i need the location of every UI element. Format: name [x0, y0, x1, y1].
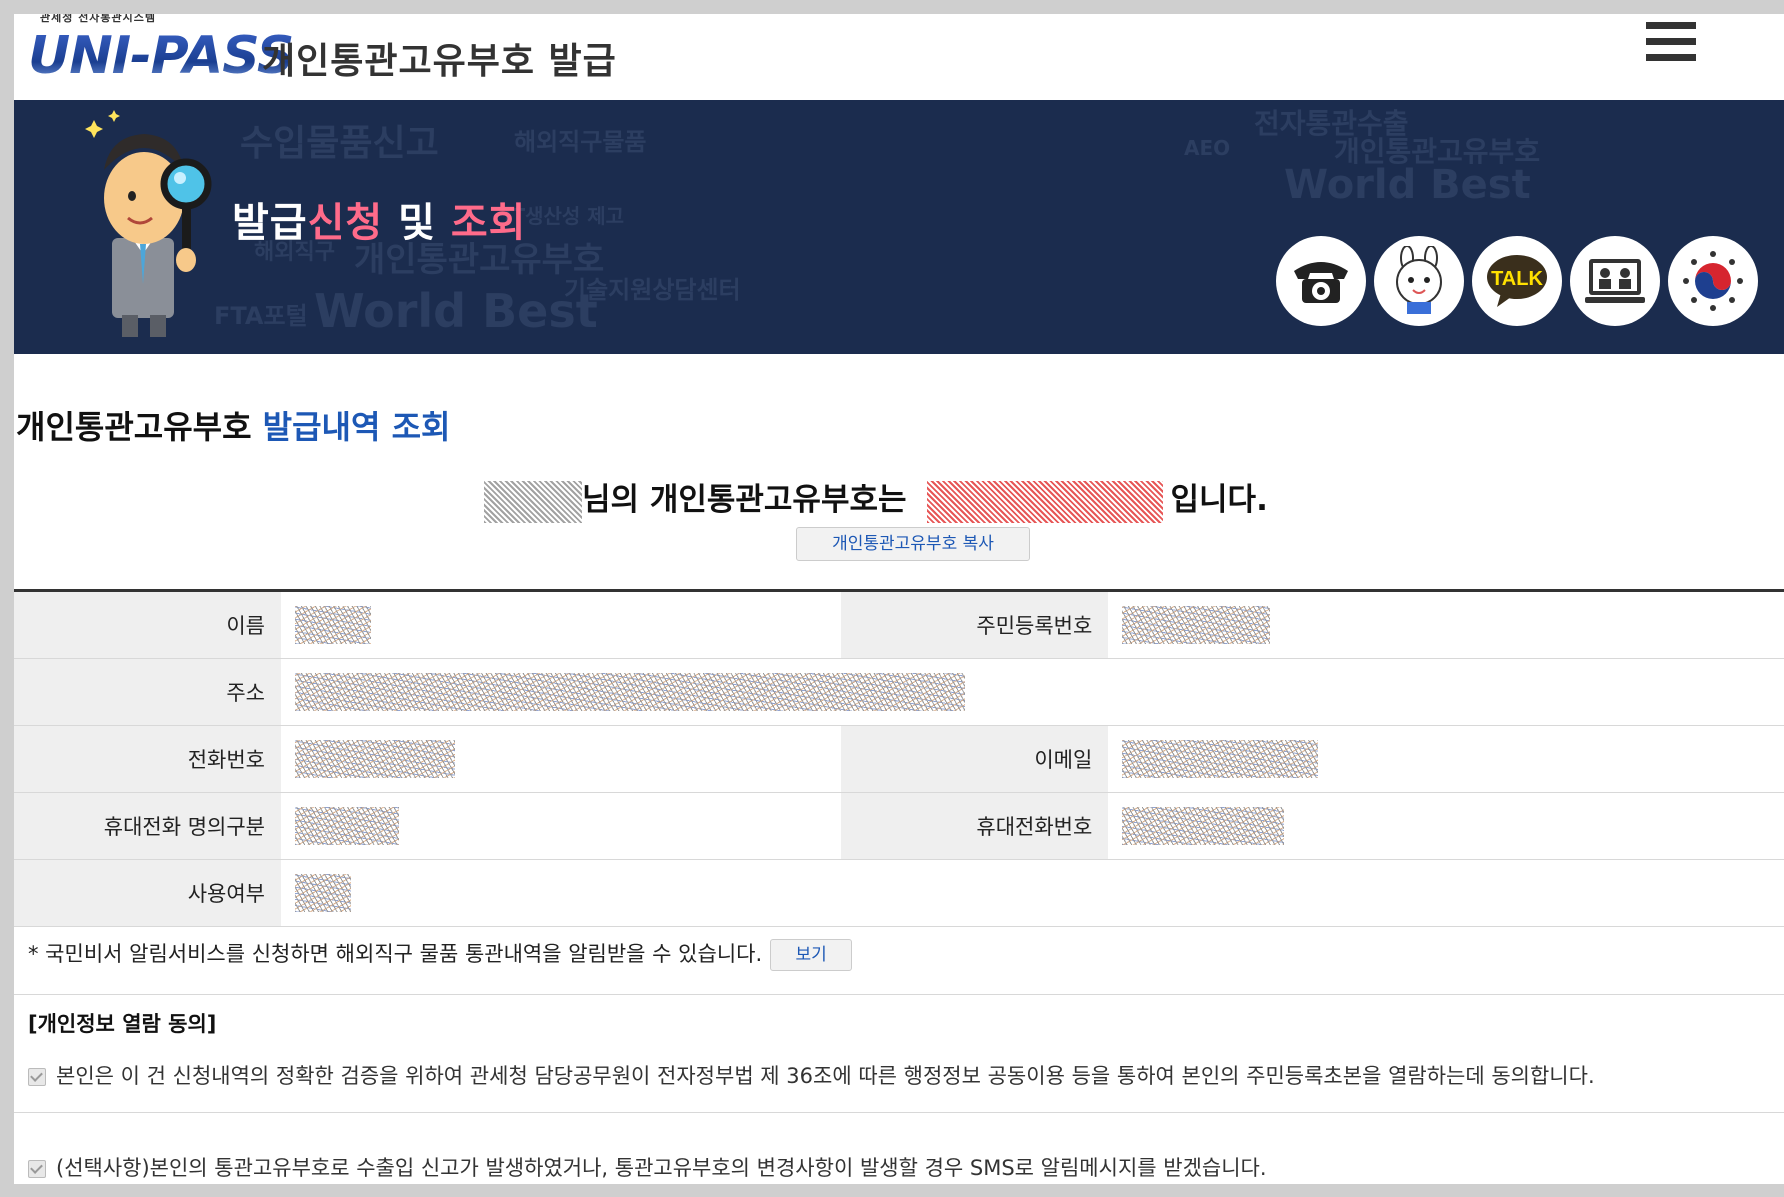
unipass-logo[interactable]: UNI-PASS [28, 26, 294, 86]
masked-name [484, 480, 582, 523]
mascot-detective-illustration [85, 110, 212, 337]
notice-line: * 국민비서 알림서비스를 신청하면 해외직구 물품 통관내역을 알림받을 수 … [28, 938, 853, 971]
banner-bg-word: World Best [314, 284, 598, 338]
rrn-value [1108, 590, 1784, 659]
banner: 수입물품신고 해외직구물품 개인통관고유부호 World Best 기술지원상담… [14, 100, 1784, 354]
telephone-icon[interactable] [1276, 236, 1366, 326]
consent-text-2: (선택사항)본인의 통관고유부호로 수출입 신고가 발생하였거나, 통관고유부호… [56, 1156, 1267, 1180]
consent-item-2: (선택사항)본인의 통관고유부호로 수출입 신고가 발생하였거나, 통관고유부호… [28, 1152, 1267, 1182]
use-label: 사용여부 [14, 859, 281, 927]
rrn-label: 주민등록번호 [841, 590, 1109, 659]
notice-text: * 국민비서 알림서비스를 신청하면 해외직구 물품 통관내역을 알림받을 수 … [28, 942, 763, 966]
name-label: 이름 [14, 590, 281, 659]
name-value [281, 590, 842, 659]
banner-bg-word: AEO [1184, 136, 1231, 160]
use-value [281, 859, 1784, 927]
divider [14, 994, 1784, 995]
mascot-icon[interactable] [1374, 236, 1464, 326]
address-value [281, 658, 1784, 726]
email-label: 이메일 [841, 725, 1109, 793]
phone-label: 전화번호 [14, 725, 281, 793]
result-mid-text: 님의 개인통관고유부호는 [582, 482, 907, 518]
address-label: 주소 [14, 658, 281, 726]
mobile-type-label: 휴대전화 명의구분 [14, 792, 281, 860]
banner-bg-word: 해외직구물품 [514, 128, 647, 156]
logo-subtitle: 관세청 전자통관시스템 [40, 14, 157, 24]
result-end-text: 입니다. [1170, 482, 1268, 518]
consent-checkbox-2[interactable] [28, 1160, 46, 1178]
table-row: 휴대전화 명의구분 휴대전화번호 [14, 792, 1784, 860]
email-value [1108, 725, 1784, 793]
kakao-talk-icon[interactable]: TALK [1472, 236, 1562, 326]
copy-code-button[interactable]: 개인통관고유부호 복사 [796, 527, 1030, 561]
mobile-type-value [281, 792, 842, 860]
top-header: 관세청 전자통관시스템 UNI-PASS 개인통관고유부호 발급 [14, 14, 1784, 100]
svg-text:TALK: TALK [1491, 268, 1543, 290]
mobile-value [1108, 792, 1784, 860]
government-emblem-icon[interactable] [1668, 236, 1758, 326]
info-table: 이름 주민등록번호 주소 전화번호 이메일 휴대전화 명의구분 휴대전화번호 사… [14, 589, 1784, 927]
table-row: 전화번호 이메일 [14, 725, 1784, 793]
banner-bg-word: World Best [1284, 162, 1531, 208]
divider [14, 1112, 1784, 1113]
hamburger-menu-icon[interactable] [1646, 22, 1696, 70]
result-sentence: 님의 개인통관고유부호는 입니다. [484, 474, 1268, 523]
phone-value [281, 725, 842, 793]
banner-bg-word: 수입물품신고 [240, 123, 439, 164]
table-row: 사용여부 [14, 859, 1784, 927]
view-button[interactable]: 보기 [770, 939, 853, 971]
remote-support-icon[interactable] [1570, 236, 1660, 326]
page-title: 개인통관고유부호 발급내역 조회 [16, 408, 451, 446]
banner-bg-word: 기술지원상담센터 [564, 276, 741, 304]
table-row: 주소 [14, 658, 1784, 726]
consent-title: [개인정보 열람 동의] [28, 1012, 217, 1036]
consent-text-1: 본인은 이 건 신청내역의 정확한 검증을 위하여 관세청 담당공무원이 전자정… [56, 1064, 1595, 1088]
table-row: 이름 주민등록번호 [14, 590, 1784, 659]
mobile-label: 휴대전화번호 [841, 792, 1109, 860]
app-title: 개인통관고유부호 발급 [262, 41, 617, 82]
consent-checkbox-1[interactable] [28, 1068, 46, 1086]
masked-customs-code [926, 480, 1163, 523]
consent-item-1: 본인은 이 건 신청내역의 정확한 검증을 위하여 관세청 담당공무원이 전자정… [28, 1060, 1595, 1090]
banner-title: 발급신청 및 조회 [232, 200, 527, 246]
quick-service-icons: TALK [1276, 236, 1758, 328]
page-frame: 관세청 전자통관시스템 UNI-PASS 개인통관고유부호 발급 수입물품신고 … [14, 14, 1784, 1184]
